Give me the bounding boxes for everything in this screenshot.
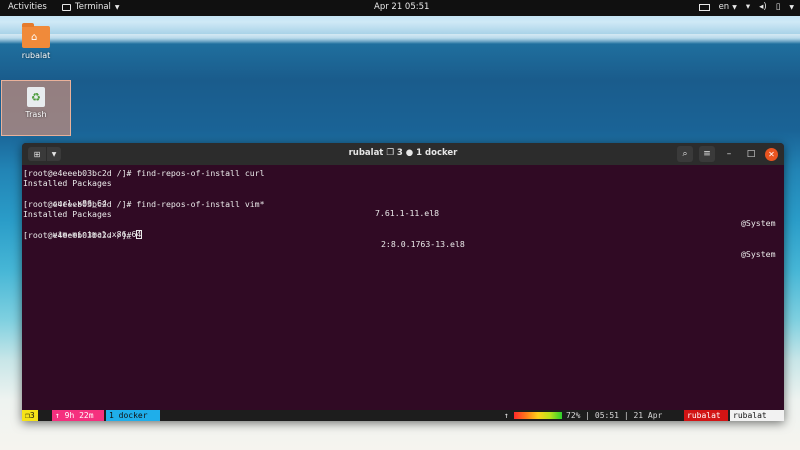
terminal-icon xyxy=(62,3,71,11)
terminal-line: Installed Packages xyxy=(23,178,112,188)
terminal-line: [root@e4eeeb03bc2d /]# find-repos-of-ins… xyxy=(23,199,265,209)
system-menu-chevron-icon[interactable]: ▼ xyxy=(789,4,794,11)
status-battery-bar xyxy=(514,412,562,419)
hamburger-icon: ≡ xyxy=(703,149,711,159)
status-uptime: ↑ 9h 22m xyxy=(52,410,104,421)
menu-button[interactable]: ≡ xyxy=(699,146,715,162)
language-label: en xyxy=(718,2,730,12)
minimize-icon: – xyxy=(726,149,732,159)
clock[interactable]: Apr 21 05:51 xyxy=(374,2,429,12)
status-host-user: rubalat xyxy=(684,410,728,421)
app-menu[interactable]: Terminal ▼ xyxy=(62,2,120,12)
status-up-arrow: ↑ xyxy=(504,411,509,420)
package-repo: @System xyxy=(741,249,776,259)
chevron-down-icon: ▼ xyxy=(732,3,737,11)
language-selector[interactable]: en ▼ xyxy=(719,2,737,12)
wifi-icon: ▾ xyxy=(745,2,751,12)
minimize-button[interactable]: – xyxy=(721,146,737,162)
app-menu-label: Terminal xyxy=(75,2,111,12)
terminal-prompt-line: [root@e4eeeb03bc2d /]# xyxy=(23,230,143,240)
trash-icon-group: ♻ Trash xyxy=(12,81,60,119)
maximize-button[interactable]: □ xyxy=(743,146,759,162)
terminal-line: curl.x86_64 7.61.1-11.el8 @System xyxy=(23,188,783,228)
maximize-icon: □ xyxy=(746,149,756,159)
terminal-cursor xyxy=(136,230,143,239)
desktop-icon-trash[interactable]: ♻ Trash xyxy=(1,80,71,136)
activities-button[interactable]: Activities xyxy=(8,2,47,12)
close-icon: ✕ xyxy=(768,149,775,159)
terminal-prompt: [root@e4eeeb03bc2d /]# xyxy=(23,230,137,240)
desktop-icon-home[interactable]: ⌂ rubalat xyxy=(12,22,60,60)
status-session: 1 docker xyxy=(106,410,160,421)
search-button[interactable]: ⌕ xyxy=(677,146,693,162)
status-host-name: rubalat xyxy=(730,410,784,421)
package-version: 7.61.1-11.el8 xyxy=(375,208,440,218)
search-icon: ⌕ xyxy=(682,149,688,159)
system-tray[interactable]: en ▼ ▾ ◂) ▯ ▼ xyxy=(698,2,794,12)
terminal-titlebar[interactable]: ⊞ ▼ rubalat ❐ 3 ● 1 docker ⌕ ≡ – □ ✕ xyxy=(22,143,784,165)
terminal-output[interactable]: [root@e4eeeb03bc2d /]# find-repos-of-ins… xyxy=(22,165,784,410)
desktop-icon-label: Trash xyxy=(25,110,47,119)
terminal-window[interactable]: ⊞ ▼ rubalat ❐ 3 ● 1 docker ⌕ ≡ – □ ✕ [ro… xyxy=(22,143,784,421)
tmux-status-bar: ❐3 ↑ 9h 22m 1 docker ↑ 72% | 05:51 | 21 … xyxy=(22,410,784,421)
close-button[interactable]: ✕ xyxy=(765,147,778,161)
terminal-line: Installed Packages xyxy=(23,209,112,219)
terminal-line: [root@e4eeeb03bc2d /]# find-repos-of-ins… xyxy=(23,168,265,178)
chevron-down-icon: ▼ xyxy=(114,3,120,11)
top-bar: Activities Terminal ▼ Apr 21 05:51 en ▼ … xyxy=(0,0,800,16)
home-folder-icon: ⌂ xyxy=(22,23,50,48)
trash-icon: ♻ xyxy=(27,87,45,107)
status-info: 72% | 05:51 | 21 Apr xyxy=(566,410,662,421)
battery-icon: ▯ xyxy=(775,2,781,12)
window-title: rubalat ❐ 3 ● 1 docker xyxy=(348,148,458,158)
screen-share-icon[interactable] xyxy=(698,3,710,11)
horizon-haze xyxy=(0,34,800,44)
status-battery-text: 72% xyxy=(566,411,581,420)
status-window-index: ❐3 xyxy=(22,410,38,421)
terminal-line: vim-minimal.x86_64 2:8.0.1763-13.el8 @Sy… xyxy=(23,219,783,259)
desktop-icon-label: rubalat xyxy=(21,51,51,60)
volume-icon: ◂) xyxy=(759,2,767,12)
status-clock: | 05:51 | 21 Apr xyxy=(585,411,663,420)
package-version: 2:8.0.1763-13.el8 xyxy=(381,239,465,249)
